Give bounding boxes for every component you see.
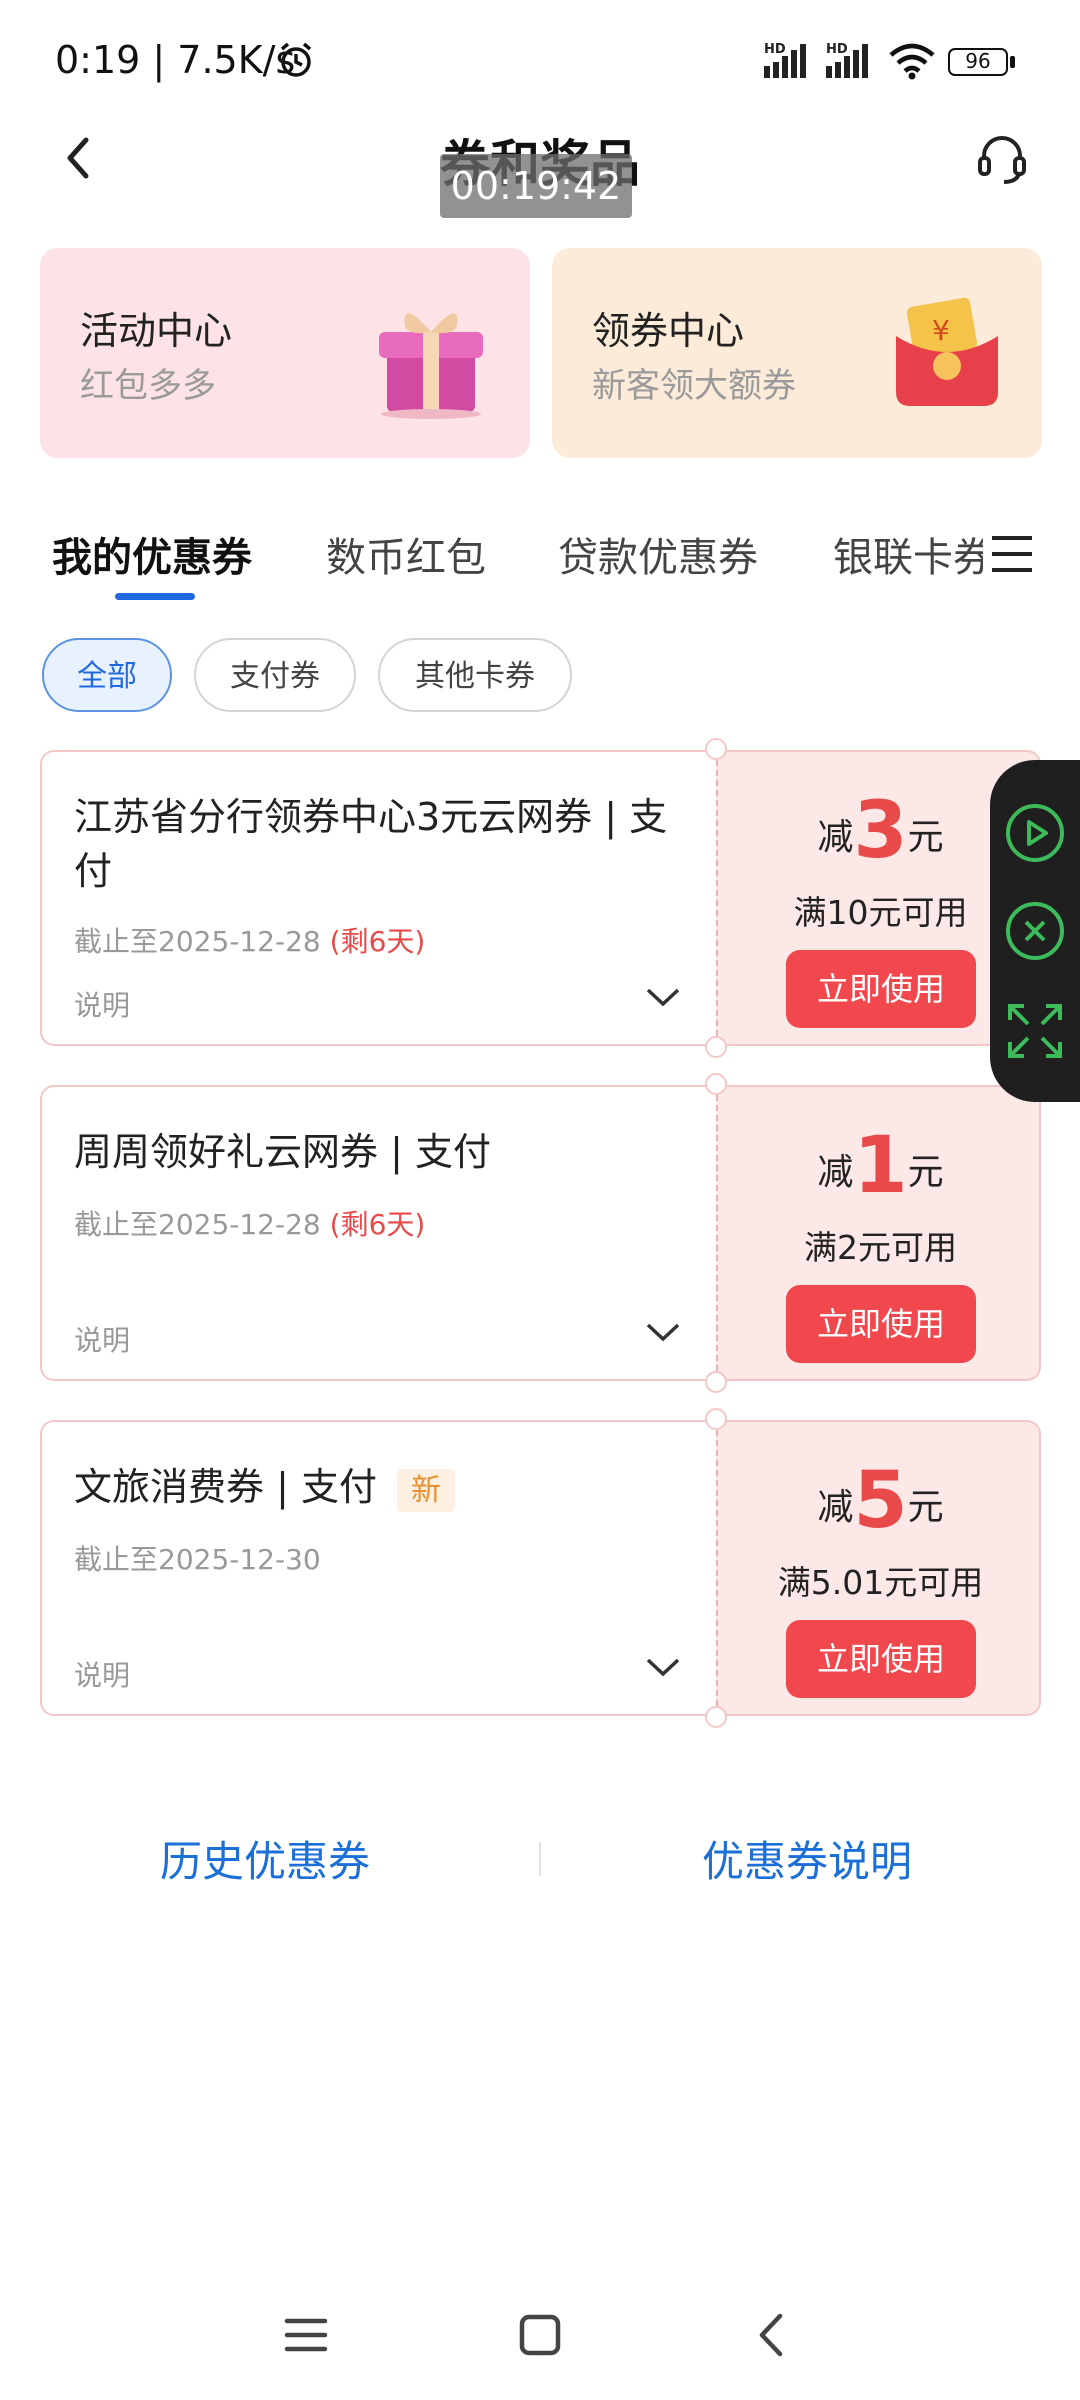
recording-timer: 00:19:42 xyxy=(440,154,632,218)
play-icon[interactable] xyxy=(1004,802,1066,864)
banner-subtitle: 红包多多 xyxy=(80,366,216,406)
coupon-description-link[interactable]: 说明 xyxy=(74,1319,130,1359)
alarm-icon xyxy=(280,42,312,77)
coupon-center-card[interactable]: 领券中心 新客领大额券 ¥ xyxy=(552,248,1042,458)
banner-title: 领券中心 xyxy=(592,309,745,353)
coupon-description-link[interactable]: 说明 xyxy=(74,984,130,1024)
days-remaining: (剩6天) xyxy=(329,1208,426,1241)
coupon-expiry: 截止至2025-12-28 (剩6天) xyxy=(74,1208,426,1241)
history-coupons-link[interactable]: 历史优惠券 xyxy=(160,1828,370,1889)
tab-unionpay-cards[interactable]: 银联卡券 xyxy=(833,525,983,580)
coupon-amount: 减5元 xyxy=(817,1456,944,1546)
signal-strength-icon: HD xyxy=(762,42,822,82)
use-now-button[interactable]: 立即使用 xyxy=(786,1620,976,1698)
coupon-title: 周周领好礼云网券 | 支付 xyxy=(74,1130,491,1174)
new-badge: 新 xyxy=(396,1469,455,1512)
activity-center-card[interactable]: 活动中心 红包多多 xyxy=(40,248,530,458)
days-remaining: (剩6天) xyxy=(329,925,426,958)
coupon-instructions-link[interactable]: 优惠券说明 xyxy=(702,1828,912,1889)
coupon-condition: 满2元可用 xyxy=(804,1228,957,1267)
coupon-title: 文旅消费券 | 支付新 xyxy=(74,1460,684,1518)
chevron-down-icon[interactable] xyxy=(644,984,682,1012)
filter-all[interactable]: 全部 xyxy=(42,638,172,712)
red-envelope-icon: ¥ xyxy=(896,297,998,406)
coupon-expiry: 截止至2025-12-30 xyxy=(74,1543,321,1576)
battery-icon: 96 xyxy=(948,48,1018,78)
chevron-down-icon[interactable] xyxy=(644,1654,682,1682)
coupon-card: 文旅消费券 | 支付新 截止至2025-12-30 说明 减5元 满5.01元可… xyxy=(40,1408,1041,1728)
banner-title: 活动中心 xyxy=(80,309,233,353)
recent-apps-icon[interactable] xyxy=(281,2310,331,2360)
customer-service-icon[interactable] xyxy=(972,128,1032,188)
tab-underline xyxy=(115,593,195,600)
filter-payment-coupons[interactable]: 支付券 xyxy=(194,638,356,712)
tab-loan-coupons[interactable]: 贷款优惠券 xyxy=(558,525,758,583)
coupon-condition: 满5.01元可用 xyxy=(777,1563,984,1602)
gift-box-icon xyxy=(379,313,483,419)
coupon-amount: 减1元 xyxy=(817,1121,944,1211)
coupon-card: 江苏省分行领券中心3元云网券 | 支付 截止至2025-12-28 (剩6天) … xyxy=(40,738,1041,1058)
coupon-expiry: 截止至2025-12-28 (剩6天) xyxy=(74,925,426,958)
back-nav-icon[interactable] xyxy=(748,2310,798,2360)
menu-icon[interactable] xyxy=(990,532,1034,576)
signal-strength-icon: HD xyxy=(824,42,884,82)
banner-subtitle: 新客领大额券 xyxy=(592,366,796,406)
tab-my-coupons[interactable]: 我的优惠券 xyxy=(52,525,252,583)
filter-other-cards[interactable]: 其他卡券 xyxy=(378,638,572,712)
divider xyxy=(539,1842,541,1876)
use-now-button[interactable]: 立即使用 xyxy=(786,1285,976,1363)
coupon-description-link[interactable]: 说明 xyxy=(74,1654,130,1694)
wifi-icon xyxy=(889,43,935,80)
home-icon[interactable] xyxy=(515,2310,565,2360)
chevron-down-icon[interactable] xyxy=(644,1319,682,1347)
tab-digital-red-packet[interactable]: 数币红包 xyxy=(326,525,486,583)
svg-text:¥: ¥ xyxy=(932,314,950,347)
expand-icon[interactable] xyxy=(1004,1000,1066,1062)
use-now-button[interactable]: 立即使用 xyxy=(786,950,976,1028)
coupon-title: 江苏省分行领券中心3元云网券 | 支付 xyxy=(74,795,668,893)
coupon-card: 周周领好礼云网券 | 支付 截止至2025-12-28 (剩6天) 说明 减1元… xyxy=(40,1073,1041,1393)
status-time: 0:19 | 7.5K/s xyxy=(55,38,296,82)
close-icon[interactable] xyxy=(1004,900,1066,962)
floating-toolbar xyxy=(990,760,1080,1102)
